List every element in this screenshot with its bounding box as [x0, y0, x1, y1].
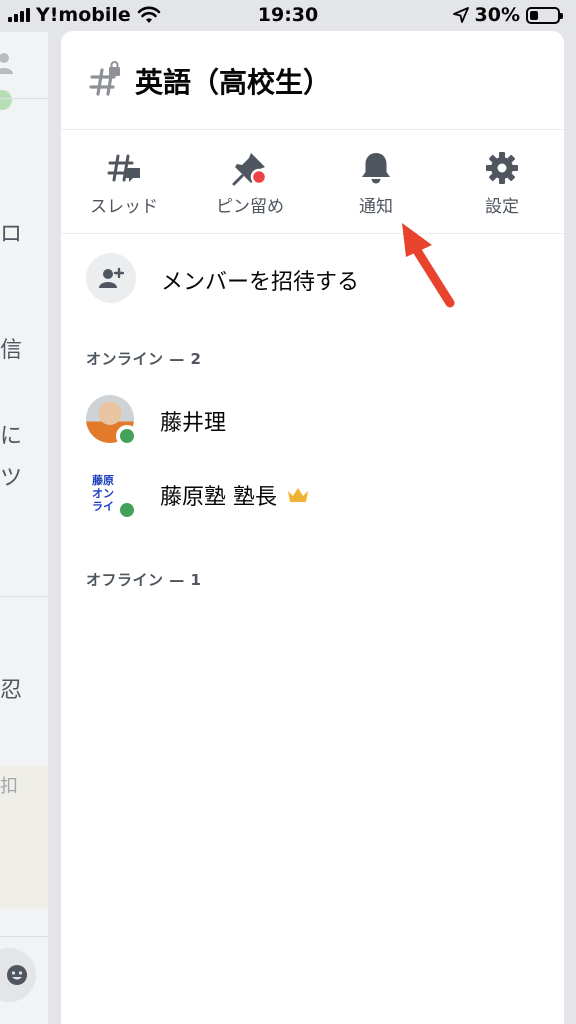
settings-label: 設定: [485, 197, 519, 217]
threads-icon: [107, 154, 140, 182]
avatar-text: ライ: [92, 499, 114, 513]
divider: [0, 936, 48, 937]
battery-icon: [526, 6, 563, 24]
member-name: 藤原塾 塾長: [160, 485, 277, 510]
partial-avatar: [0, 90, 12, 110]
threads-label: スレッド: [90, 197, 158, 217]
gear-icon: [486, 152, 518, 184]
online-section-header: オンライン — 2: [86, 350, 202, 368]
channel-header: 英語（高校生）: [61, 31, 564, 130]
divider: [0, 98, 48, 99]
members-icon: [0, 53, 13, 74]
member-name: 藤井理: [160, 411, 227, 436]
battery-fill: [530, 10, 538, 20]
online-status-dot: [116, 499, 138, 521]
text-fragment: 忍: [0, 678, 23, 703]
crown-icon: [288, 488, 308, 502]
channel-actions: スレッド ピン留め 通知 設定: [61, 130, 564, 234]
text-fragment: ロ: [0, 222, 23, 247]
avatar-text: 藤原: [92, 473, 114, 487]
annotation-arrow: [402, 223, 455, 308]
bell-icon: [362, 153, 390, 184]
invite-label: メンバーを招待する: [161, 270, 360, 295]
channel-title: 英語（高校生）: [135, 66, 332, 99]
emoji-button[interactable]: [0, 948, 36, 1002]
pin-icon: [232, 153, 268, 186]
text-fragment: ツ: [0, 466, 23, 491]
add-member-icon: [86, 253, 136, 303]
online-status-dot: [116, 425, 138, 447]
member-row[interactable]: 藤原 オン ライ 藤原塾 塾長: [61, 459, 564, 529]
channel-info-panel: 英語（高校生） スレッド ピン留め 通知 設定 メンバーを招待する オンライン …: [61, 31, 564, 1024]
divider: [0, 596, 48, 597]
clock: 19:30: [257, 4, 319, 26]
threads-button[interactable]: スレッド: [61, 130, 187, 234]
invite-members-button[interactable]: メンバーを招待する: [61, 234, 564, 318]
hashtag-lock-icon: [89, 61, 120, 96]
offline-section-header: オフライン — 1: [86, 571, 202, 589]
battery-percent: 30%: [474, 4, 520, 26]
text-fragment: 信: [0, 338, 23, 363]
text-fragment: に: [0, 424, 23, 449]
pins-button[interactable]: ピン留め: [187, 130, 313, 234]
location-arrow-icon: [452, 7, 469, 23]
pins-label: ピン留め: [216, 197, 284, 217]
status-bar: Y!mobile 19:30 30%: [0, 0, 576, 32]
notifications-label: 通知: [359, 197, 393, 217]
text-fragment: 扣: [0, 776, 18, 797]
smile-icon: [7, 965, 27, 985]
background-channel-list: ロ 信 に ツ 忍 扣: [0, 32, 48, 1024]
avatar-text: オン: [92, 486, 114, 500]
member-row[interactable]: 藤井理: [61, 385, 564, 455]
